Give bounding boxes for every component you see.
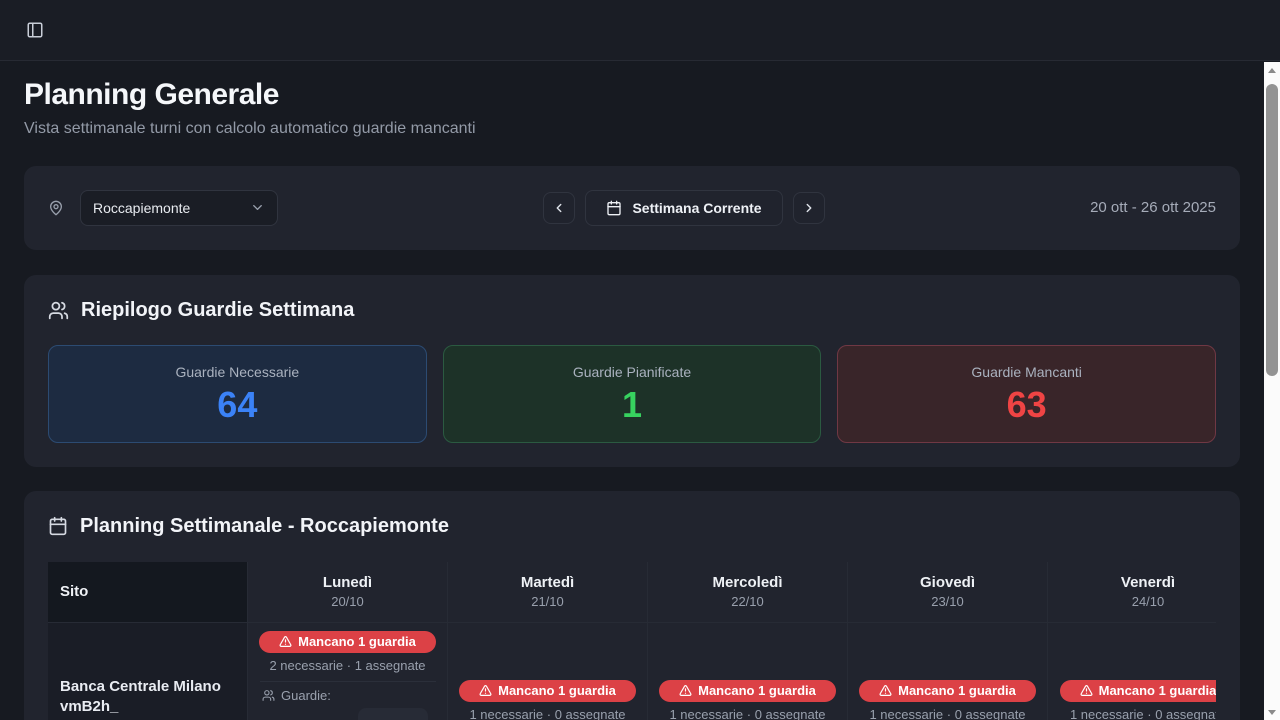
planning-title: Planning Settimanale - Roccapiemonte: [80, 515, 449, 538]
stat-label: Guardie Necessarie: [175, 364, 299, 380]
location-select[interactable]: Roccapiemonte: [80, 190, 278, 226]
planning-table: Sito Lunedì 20/10 Martedì 21/10 Mercoled…: [48, 562, 1216, 720]
shortage-badge: Mancano 1 guardia: [259, 631, 436, 653]
day-column-header: Venerdì 24/10: [1048, 562, 1216, 622]
planning-section: Planning Settimanale - Roccapiemonte Sit…: [24, 491, 1240, 720]
stat-card-pianificate: Guardie Pianificate 1: [443, 345, 822, 443]
day-column-header: Mercoledì 22/10: [648, 562, 848, 622]
current-week-button[interactable]: Settimana Corrente: [585, 190, 782, 226]
warning-icon: [879, 684, 892, 697]
date-range-label: 20 ott - 26 ott 2025: [1090, 199, 1216, 216]
chevron-left-icon: [552, 201, 566, 215]
scrollbar-thumb[interactable]: [1266, 84, 1278, 376]
panel-left-icon: [26, 21, 44, 39]
day-cell-mercoledi: Mancano 1 guardia 1 necessarie · 0 asseg…: [648, 623, 848, 720]
arrow-down-icon: [1268, 710, 1276, 715]
page-title: Planning Generale: [24, 79, 1240, 111]
users-icon: [48, 300, 69, 321]
summary-title: Riepilogo Guardie Settimana: [81, 299, 354, 322]
shortage-badge: Mancano 1 guardia: [859, 680, 1036, 702]
shortage-badge: Mancano 1 guardia: [659, 680, 836, 702]
cell-stats: 1 necessarie · 0 assegnate: [1070, 707, 1216, 720]
table-row: Banca Centrale Milano vmB2h_ Mancano 1 g…: [48, 623, 1216, 720]
table-header-row: Sito Lunedì 20/10 Martedì 21/10 Mercoled…: [48, 562, 1216, 623]
stat-label: Guardie Pianificate: [573, 364, 691, 380]
day-column-header: Martedì 21/10: [448, 562, 648, 622]
summary-stats: Guardie Necessarie 64 Guardie Pianificat…: [48, 345, 1216, 443]
stat-value: 64: [217, 387, 257, 423]
warning-icon: [679, 684, 692, 697]
cell-stats: 1 necessarie · 0 assegnate: [469, 707, 625, 720]
main-content: Planning Generale Vista settimanale turn…: [0, 62, 1264, 720]
vertical-scrollbar[interactable]: [1264, 62, 1280, 720]
stat-card-mancanti: Guardie Mancanti 63: [837, 345, 1216, 443]
prev-week-button[interactable]: [543, 192, 575, 224]
sidebar-toggle-button[interactable]: [22, 17, 48, 43]
arrow-up-icon: [1268, 68, 1276, 73]
current-week-label: Settimana Corrente: [632, 200, 761, 216]
stat-value: 1: [622, 387, 642, 423]
scrollbar-down-button[interactable]: [1264, 704, 1280, 720]
day-cell-lunedi: Mancano 1 guardia 2 necessarie · 1 asseg…: [248, 623, 448, 720]
shortage-badge: Mancano 1 guardia: [1060, 680, 1216, 702]
stat-value: 63: [1007, 387, 1047, 423]
day-cell-venerdi: Mancano 1 guardia 1 necessarie · 0 asseg…: [1048, 623, 1216, 720]
shortage-badge: Mancano 1 guardia: [459, 680, 636, 702]
users-icon: [262, 689, 275, 702]
warning-icon: [1080, 684, 1093, 697]
day-column-header: Giovedì 23/10: [848, 562, 1048, 622]
week-nav: Settimana Corrente: [543, 190, 824, 226]
summary-section: Riepilogo Guardie Settimana Guardie Nece…: [24, 275, 1240, 467]
topbar: [0, 0, 1280, 61]
site-name: Banca Centrale Milano vmB2h_: [60, 677, 235, 718]
warning-icon: [479, 684, 492, 697]
page-subtitle: Vista settimanale turni con calcolo auto…: [24, 120, 1240, 138]
day-cell-martedi: Mancano 1 guardia 1 necessarie · 0 asseg…: [448, 623, 648, 720]
day-cell-giovedi: Mancano 1 guardia 1 necessarie · 0 asseg…: [848, 623, 1048, 720]
filter-bar: Roccapiemonte Settimana Corrente: [24, 166, 1240, 250]
site-column-header: Sito: [48, 562, 248, 622]
calendar-icon: [606, 200, 622, 216]
day-column-header: Lunedì 20/10: [248, 562, 448, 622]
location-select-value: Roccapiemonte: [93, 200, 190, 216]
stat-card-necessarie: Guardie Necessarie 64: [48, 345, 427, 443]
guards-label-row: Guardie:: [248, 688, 447, 703]
cell-stats: 1 necessarie · 0 assegnate: [669, 707, 825, 720]
chevron-down-icon: [250, 200, 265, 215]
stat-label: Guardie Mancanti: [971, 364, 1082, 380]
calendar-icon: [48, 516, 68, 536]
next-week-button[interactable]: [793, 192, 825, 224]
cell-stats: 2 necessarie · 1 assegnate: [269, 658, 425, 673]
scrollbar-up-button[interactable]: [1264, 62, 1280, 78]
divider: [260, 681, 436, 682]
location-group: Roccapiemonte: [48, 190, 278, 226]
map-pin-icon: [48, 200, 64, 216]
guards-label: Guardie:: [281, 688, 331, 703]
cell-stats: 1 necessarie · 0 assegnate: [869, 707, 1025, 720]
guard-chip[interactable]: [358, 708, 428, 720]
site-name-cell: Banca Centrale Milano vmB2h_: [48, 623, 248, 720]
warning-icon: [279, 635, 292, 648]
chevron-right-icon: [802, 201, 816, 215]
